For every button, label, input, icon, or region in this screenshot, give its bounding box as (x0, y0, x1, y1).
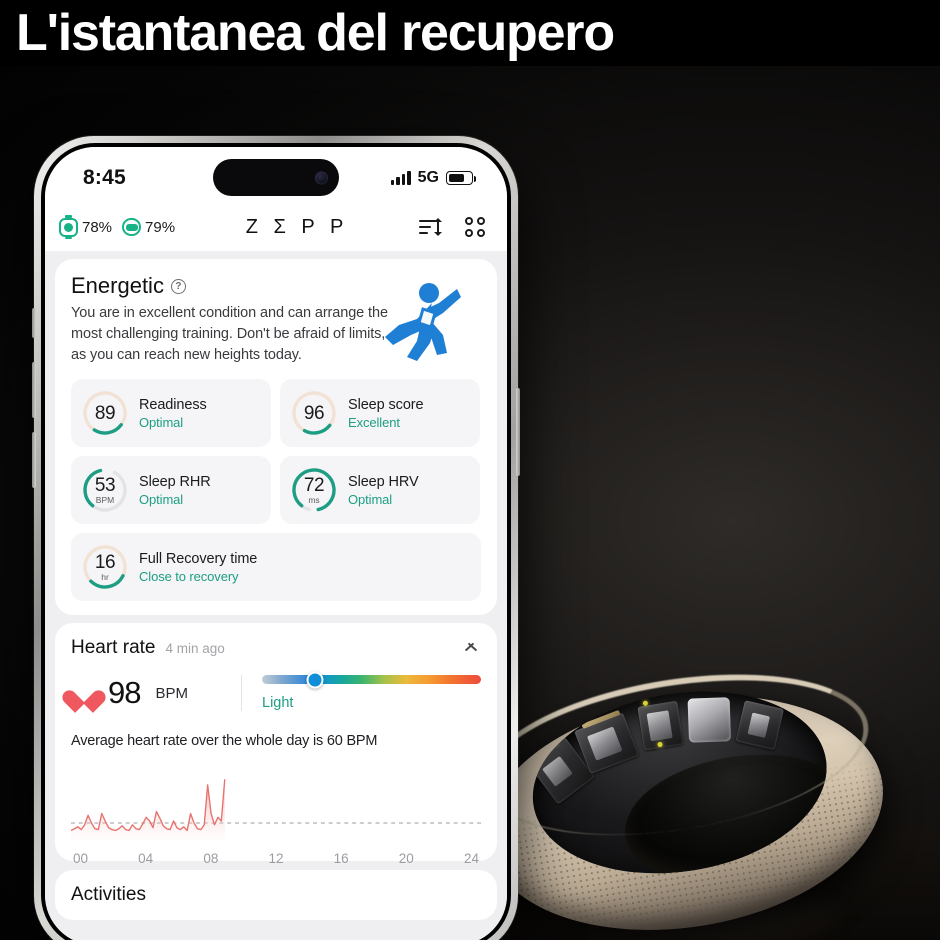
running-person-icon (385, 283, 461, 361)
energetic-card[interactable]: Energetic ? You are in excellent conditi… (55, 259, 497, 615)
sleep-rhr-label: Sleep RHR (139, 473, 211, 490)
metric-card-readiness[interactable]: 89 Readiness Optimal (71, 379, 271, 447)
network-type-label: 5G (417, 169, 439, 186)
battery-icon (446, 171, 476, 185)
chevron-up-icon[interactable] (463, 640, 479, 656)
heart-rate-readout: 98 BPM Light (71, 671, 481, 711)
watch-battery-indicator[interactable]: 78% (59, 215, 113, 239)
heart-rate-header: Heart rate 4 min ago (71, 637, 481, 659)
sleep-score-value: 96 (303, 402, 325, 424)
sleep-rhr-unit: BPM (95, 495, 115, 505)
iphone-device-frame: 8:45 5G 78% 79% Ζ Σ P P Energetic ? You … (32, 136, 520, 940)
app-top-bar: 78% 79% Ζ Σ P P (45, 203, 507, 251)
metric-card-sleep-score[interactable]: 96 Sleep score Excellent (280, 379, 480, 447)
page-title: L'istantanea del recupero (16, 4, 615, 62)
heart-rate-title: Heart rate (71, 637, 156, 658)
zone-slider-thumb[interactable] (306, 671, 324, 688)
x-tick: 08 (203, 851, 219, 866)
readiness-value: 89 (94, 402, 116, 424)
status-indicators: 5G (390, 169, 476, 187)
heart-rate-zone-group: Light (241, 671, 481, 711)
app-bar-actions (418, 217, 485, 237)
sleep-hrv-status: Optimal (348, 491, 393, 507)
full-recovery-value: 16 (94, 551, 116, 573)
heart-rate-card[interactable]: Heart rate 4 min ago 98 BPM Light Averag… (55, 623, 497, 866)
smart-ring-product-image (466, 648, 918, 940)
power-button[interactable] (516, 388, 520, 476)
ring-battery-icon (122, 218, 142, 236)
energetic-description: You are in excellent condition and can a… (71, 305, 388, 363)
volume-down-button[interactable] (32, 432, 36, 488)
watch-battery-icon (59, 215, 78, 239)
x-tick: 00 (73, 851, 89, 866)
ring-battery-label: 79% (145, 218, 176, 236)
status-clock: 8:45 (83, 166, 126, 189)
x-tick: 04 (138, 851, 154, 866)
metric-card-sleep-hrv[interactable]: 72 ms Sleep HRV Optimal (280, 456, 480, 524)
heart-rate-zone-label: Light (262, 695, 294, 711)
signal-bars-icon (390, 171, 411, 185)
sleep-rhr-value: 53 (94, 474, 116, 496)
activities-card[interactable]: Activities (55, 870, 497, 920)
grid-apps-icon[interactable] (464, 217, 485, 237)
full-recovery-status: Close to recovery (139, 568, 239, 584)
metric-card-full-recovery-time[interactable]: 16 hr Full Recovery time Close to recove… (71, 533, 481, 601)
sleep-score-gauge: 96 (289, 388, 339, 438)
readiness-status: Optimal (139, 414, 184, 430)
front-camera-icon (315, 171, 328, 184)
mute-switch[interactable] (32, 308, 36, 338)
sleep-rhr-gauge: 53 BPM (80, 465, 130, 515)
sleep-hrv-value: 72 (303, 474, 325, 496)
recovery-metrics-grid: 89 Readiness Optimal 96 Sleep score Exce… (71, 379, 481, 601)
heart-rate-value: 98 (108, 675, 141, 710)
readiness-label: Readiness (139, 396, 207, 413)
full-recovery-gauge: 16 hr (80, 542, 130, 592)
status-bar: 8:45 5G (45, 147, 507, 203)
volume-up-button[interactable] (32, 362, 36, 418)
heart-icon (71, 681, 97, 705)
dynamic-island (213, 159, 339, 196)
phone-bezel: 8:45 5G 78% 79% Ζ Σ P P Energetic ? You … (41, 143, 511, 940)
sleep-score-status: Excellent (348, 414, 400, 430)
phone-screen: 8:45 5G 78% 79% Ζ Σ P P Energetic ? You … (45, 147, 507, 940)
energetic-title: Energetic (71, 273, 164, 298)
sleep-score-label: Sleep score (348, 396, 424, 413)
full-recovery-unit: hr (101, 572, 109, 582)
app-content-scroll[interactable]: Energetic ? You are in excellent conditi… (45, 251, 507, 940)
zepp-logo: Ζ Σ P P (245, 215, 349, 238)
ring-battery-indicator[interactable]: 79% (122, 218, 175, 236)
heart-rate-chart[interactable]: 00 04 08 12 16 20 24 (71, 759, 481, 866)
sleep-hrv-gauge: 72 ms (289, 465, 339, 515)
heart-rate-timestamp: 4 min ago (165, 640, 225, 656)
battery-fill (448, 173, 465, 183)
heart-rate-unit: BPM (155, 684, 188, 702)
chart-caption: Average heart rate over the whole day is… (71, 733, 378, 749)
device-battery-indicators: 78% 79% (59, 215, 175, 239)
x-tick: 16 (333, 851, 349, 866)
sort-list-icon[interactable] (418, 218, 442, 236)
sleep-hrv-label: Sleep HRV (348, 473, 419, 490)
info-circle-icon[interactable]: ? (170, 278, 186, 294)
watch-battery-label: 78% (82, 218, 113, 236)
readiness-gauge: 89 (80, 388, 130, 438)
x-tick: 20 (398, 851, 414, 866)
heart-rate-value-group: 98 BPM (71, 675, 241, 711)
activities-title: Activities (71, 884, 146, 905)
chart-x-axis: 00 04 08 12 16 20 24 (71, 851, 481, 866)
full-recovery-label: Full Recovery time (139, 550, 258, 567)
sleep-hrv-unit: ms (308, 495, 320, 505)
metric-card-sleep-rhr[interactable]: 53 BPM Sleep RHR Optimal (71, 456, 271, 524)
x-tick: 24 (463, 851, 479, 866)
heart-rate-zone-slider[interactable] (262, 671, 481, 688)
sleep-rhr-status: Optimal (139, 491, 184, 507)
x-tick: 12 (268, 851, 284, 866)
